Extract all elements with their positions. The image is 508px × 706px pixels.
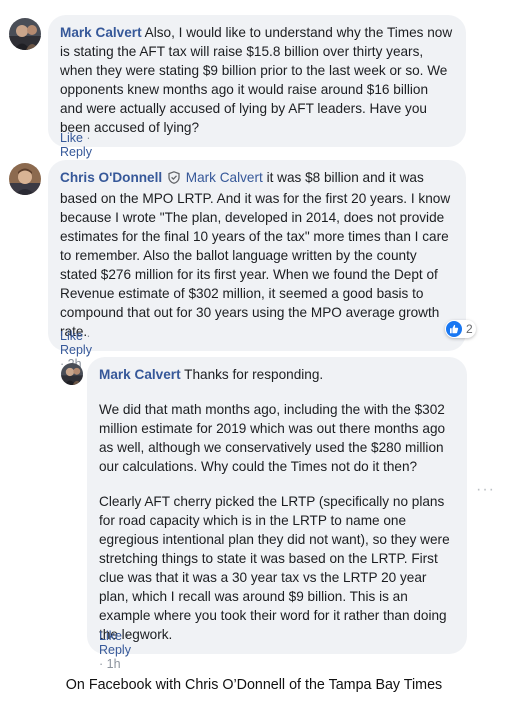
comment-paragraph: Clearly AFT cherry picked the LRTP (spec… xyxy=(99,494,450,642)
like-thumb-icon xyxy=(446,321,462,337)
like-link[interactable]: Like xyxy=(60,131,83,145)
reaction-count[interactable]: 2 xyxy=(445,320,476,338)
comment-paragraph: We did that math months ago, including t… xyxy=(99,402,446,474)
comment-text: Thanks for responding. xyxy=(184,367,324,382)
avatar-photo-icon xyxy=(9,163,41,195)
reaction-count-value: 2 xyxy=(466,322,473,336)
avatar-mark-calvert[interactable] xyxy=(9,18,41,50)
comment-author[interactable]: Chris O'Donnell xyxy=(60,170,162,185)
comment-text: it was $8 billion and it was based on th… xyxy=(60,170,451,339)
avatar-photo-icon xyxy=(9,18,41,50)
comment-author[interactable]: Mark Calvert xyxy=(60,25,142,40)
shield-icon xyxy=(168,170,180,189)
like-link[interactable]: Like xyxy=(99,629,122,643)
comment-bubble: Chris O'Donnell Mark Calvert it was $8 b… xyxy=(48,160,466,351)
reply-link[interactable]: Reply xyxy=(99,643,131,657)
reply-link[interactable]: Reply xyxy=(60,343,92,357)
image-caption: On Facebook with Chris O’Donnell of the … xyxy=(65,677,443,693)
comment-bubble: Mark Calvert Thanks for responding. We d… xyxy=(87,357,467,654)
comment-text: Also, I would like to understand why the… xyxy=(60,25,453,135)
comment-author[interactable]: Mark Calvert xyxy=(99,367,181,382)
more-options-icon[interactable]: ··· xyxy=(476,481,495,499)
reply-link[interactable]: Reply xyxy=(60,145,92,159)
avatar-chris-odonnell[interactable] xyxy=(9,163,41,195)
avatar-photo-icon xyxy=(61,363,83,385)
comment-actions: Like · Reply · 1h xyxy=(99,629,131,671)
timestamp[interactable]: 1h xyxy=(107,657,121,671)
avatar-mark-calvert[interactable] xyxy=(61,363,83,385)
mention-link[interactable]: Mark Calvert xyxy=(186,170,263,185)
like-link[interactable]: Like xyxy=(60,329,83,343)
comment-bubble: Mark Calvert Also, I would like to under… xyxy=(48,15,466,147)
